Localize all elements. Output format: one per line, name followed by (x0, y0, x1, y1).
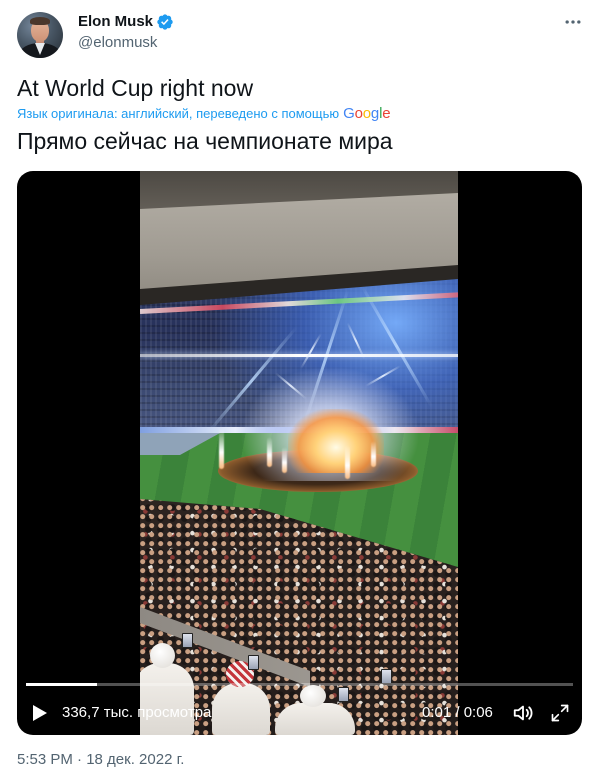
google-logo-letter: e (382, 105, 391, 122)
verified-badge-icon (156, 13, 174, 31)
spectator-headdress (300, 685, 326, 707)
volume-button[interactable] (511, 702, 535, 724)
pyro-fountain (345, 445, 350, 479)
video-progress-bar[interactable] (26, 682, 573, 686)
spectator-robe (212, 683, 270, 735)
pyro-fountain (267, 437, 272, 467)
tweet-timestamp[interactable]: 5:53 PM · 18 дек. 2022 г. (17, 750, 184, 770)
author-handle[interactable]: @elonmusk (78, 33, 157, 53)
avatar[interactable] (17, 12, 63, 58)
translated-text: Прямо сейчас на чемпионате мира (17, 128, 393, 154)
google-logo: Google (343, 105, 390, 122)
google-logo-letter: g (370, 105, 380, 122)
progress-fill (26, 683, 98, 686)
tweet: Elon Musk @elonmusk At World Cup right n… (0, 0, 599, 777)
google-logo-letter: G (343, 105, 355, 122)
pyro-fountain (371, 441, 376, 467)
volume-icon (512, 702, 534, 724)
raised-phone (338, 687, 349, 702)
views-count: 336,7 тыс. просмотра (62, 704, 212, 721)
google-logo-letter: o (362, 105, 371, 122)
pyro-fountain (282, 447, 287, 473)
spectator-headdress (150, 643, 175, 668)
spectator-robe (275, 703, 355, 735)
play-icon (32, 704, 48, 722)
fullscreen-icon (550, 703, 570, 723)
author-name[interactable]: Elon Musk (78, 12, 153, 32)
avatar-hair (30, 17, 50, 25)
firework-glow (288, 409, 384, 473)
raised-phone (248, 655, 259, 670)
stadium-light-strip (140, 354, 458, 357)
translation-attribution: Язык оригинала: английский, переведено с… (17, 105, 391, 122)
google-logo-letter: o (354, 105, 363, 122)
fullscreen-button[interactable] (549, 702, 571, 724)
tweet-text: At World Cup right now (17, 75, 254, 101)
more-options-button[interactable] (562, 11, 584, 33)
video-player[interactable]: 336,7 тыс. просмотра 0:01 / 0:06 (17, 171, 582, 735)
video-frame (140, 171, 458, 735)
time-display: 0:01 / 0:06 (422, 704, 493, 721)
play-button[interactable] (30, 703, 50, 723)
author-row: Elon Musk (78, 12, 174, 32)
spectator-robe (140, 663, 194, 735)
more-options-icon (563, 12, 583, 32)
raised-phone (182, 633, 193, 648)
progress-track (26, 683, 573, 686)
translation-note: Язык оригинала: английский, переведено с… (17, 106, 340, 121)
pyro-fountain (219, 427, 224, 469)
